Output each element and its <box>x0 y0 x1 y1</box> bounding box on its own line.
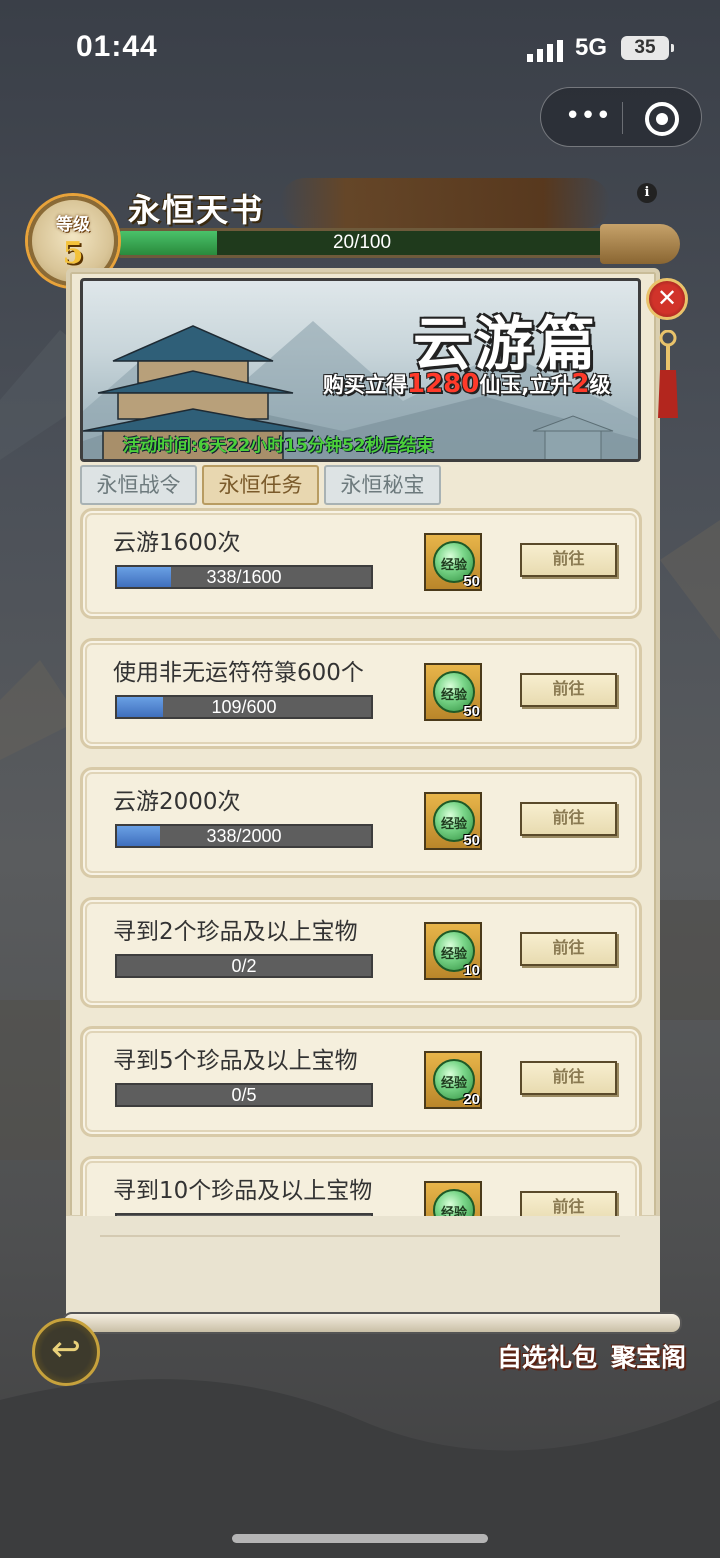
back-arrow-icon[interactable]: ↩ <box>32 1318 100 1386</box>
task-name: 寻到5个珍品及以上宝物 <box>113 1048 358 1074</box>
goto-button[interactable]: 前往 <box>520 672 617 707</box>
scroll-roll <box>62 1312 682 1334</box>
tab-battle-pass[interactable]: 永恒战令 <box>80 465 197 505</box>
exp-reward-icon: 经验 50 <box>424 533 482 591</box>
task-progress-text: 0/10 <box>117 1215 371 1217</box>
level-label: 等级 <box>56 215 90 235</box>
network-type: 5G <box>575 34 608 61</box>
reward-label: 经验 <box>440 558 467 573</box>
task-name: 寻到2个珍品及以上宝物 <box>113 918 358 945</box>
task-progress-text: 0/5 <box>231 1085 257 1105</box>
level-number: 5 <box>62 236 84 271</box>
task-row: 使用非无运符符箓600个 109/600 经验 50 前往 <box>80 637 642 749</box>
event-banner: 云游篇 购买立得1280仙玉,立升2级 活动时间:6天22小时15分钟52秒后结… <box>80 278 641 462</box>
tab-treasure[interactable]: 永恒秘宝 <box>324 465 441 505</box>
exp-bar: 20/100 <box>117 228 607 258</box>
reward-label: 经验 <box>440 1076 467 1091</box>
reward-count: 50 <box>463 573 480 590</box>
banner-promo: 购买立得1280仙玉,立升2级 <box>323 369 610 399</box>
goto-button[interactable]: 前往 <box>520 1190 617 1216</box>
info-icon[interactable]: i <box>637 183 657 203</box>
task-row: 寻到2个珍品及以上宝物 0/2 经验 10 前往 <box>80 896 642 1008</box>
task-name: 云游1600次 <box>113 530 241 556</box>
promo-prefix: 购买立得 <box>323 373 407 397</box>
task-progress-bar: 338/1600 <box>115 565 373 589</box>
exp-bar-cap <box>600 224 680 264</box>
exp-reward-icon: 经验 10 <box>424 921 482 980</box>
reward-label: 经验 <box>440 1205 467 1217</box>
task-progress-bar: 338/2000 <box>115 824 373 848</box>
signal-icon <box>527 40 563 62</box>
reward-label: 经验 <box>440 687 467 703</box>
exp-text: 20/100 <box>332 232 392 253</box>
task-name: 寻到10个珍品及以上宝物 <box>113 1177 373 1204</box>
event-countdown: 活动时间:6天22小时15分钟52秒后结束 <box>123 436 434 456</box>
reward-label: 经验 <box>440 817 467 832</box>
task-progress-bar: 0/2 <box>115 953 373 978</box>
task-progress-text: 0/2 <box>231 955 257 976</box>
task-row: 寻到10个珍品及以上宝物 0/10 经验 前往 <box>80 1155 642 1217</box>
promo-amount: 1280 <box>407 369 480 399</box>
goto-button[interactable]: 前往 <box>520 543 617 577</box>
target-icon[interactable] <box>645 102 679 136</box>
close-icon[interactable]: ✕ <box>646 278 688 320</box>
exp-reward-icon: 经验 50 <box>424 792 482 850</box>
task-row: 寻到5个珍品及以上宝物 0/5 经验 20 前往 <box>80 1026 642 1137</box>
goto-button[interactable]: 前往 <box>520 802 617 836</box>
promo-levels: 2 <box>571 369 590 399</box>
battery-icon: 35 <box>621 36 674 60</box>
promo-suffix: 级 <box>589 373 611 397</box>
battery-level: 35 <box>634 37 656 58</box>
reward-count: 50 <box>463 832 480 849</box>
task-list[interactable]: 云游1600次 338/1600 经验 50 前往 使用非无运符符箓600个 1… <box>80 508 642 1216</box>
gift-pack-button[interactable]: 自选礼包 <box>497 1338 597 1374</box>
exp-reward-icon: 经验 <box>424 1180 482 1217</box>
goto-button[interactable]: 前往 <box>520 931 617 966</box>
exp-orb-icon: 经验 <box>433 1188 475 1217</box>
capsule-divider <box>622 102 623 134</box>
task-progress-text: 338/1600 <box>206 567 282 587</box>
reward-count: 20 <box>463 1091 480 1108</box>
task-progress-text: 338/2000 <box>206 826 282 846</box>
mini-program-capsule: ••• <box>540 87 702 147</box>
promo-middle: 仙玉,立升 <box>479 373 572 397</box>
reward-count: 50 <box>463 702 480 720</box>
more-dots-icon[interactable]: ••• <box>565 100 611 136</box>
task-row: 云游1600次 338/1600 经验 50 前往 <box>80 508 642 619</box>
task-progress-text: 109/600 <box>211 696 277 717</box>
task-progress-bar: 0/5 <box>115 1083 373 1107</box>
goto-button[interactable]: 前往 <box>520 1061 617 1095</box>
task-progress-bar: 0/10 <box>115 1212 373 1217</box>
title-decoration <box>280 178 610 228</box>
status-time: 01:44 <box>76 30 158 63</box>
tab-tasks[interactable]: 永恒任务 <box>202 465 319 505</box>
panel-divider <box>100 1235 620 1237</box>
task-name: 云游2000次 <box>113 789 241 815</box>
reward-count: 10 <box>463 961 480 979</box>
task-row: 云游2000次 338/2000 经验 50 前往 <box>80 767 642 878</box>
exp-reward-icon: 经验 20 <box>424 1051 482 1109</box>
panel-title: 永恒天书 <box>128 191 265 229</box>
task-name: 使用非无运符符箓600个 <box>113 659 364 686</box>
exp-reward-icon: 经验 50 <box>424 662 482 721</box>
shop-button[interactable]: 聚宝阁 <box>611 1338 686 1374</box>
tassel-decoration <box>658 330 678 418</box>
reward-label: 经验 <box>440 946 467 962</box>
task-progress-bar: 109/600 <box>115 694 373 719</box>
home-indicator <box>232 1534 488 1543</box>
status-bar: 01:44 5G 35 <box>0 0 720 96</box>
